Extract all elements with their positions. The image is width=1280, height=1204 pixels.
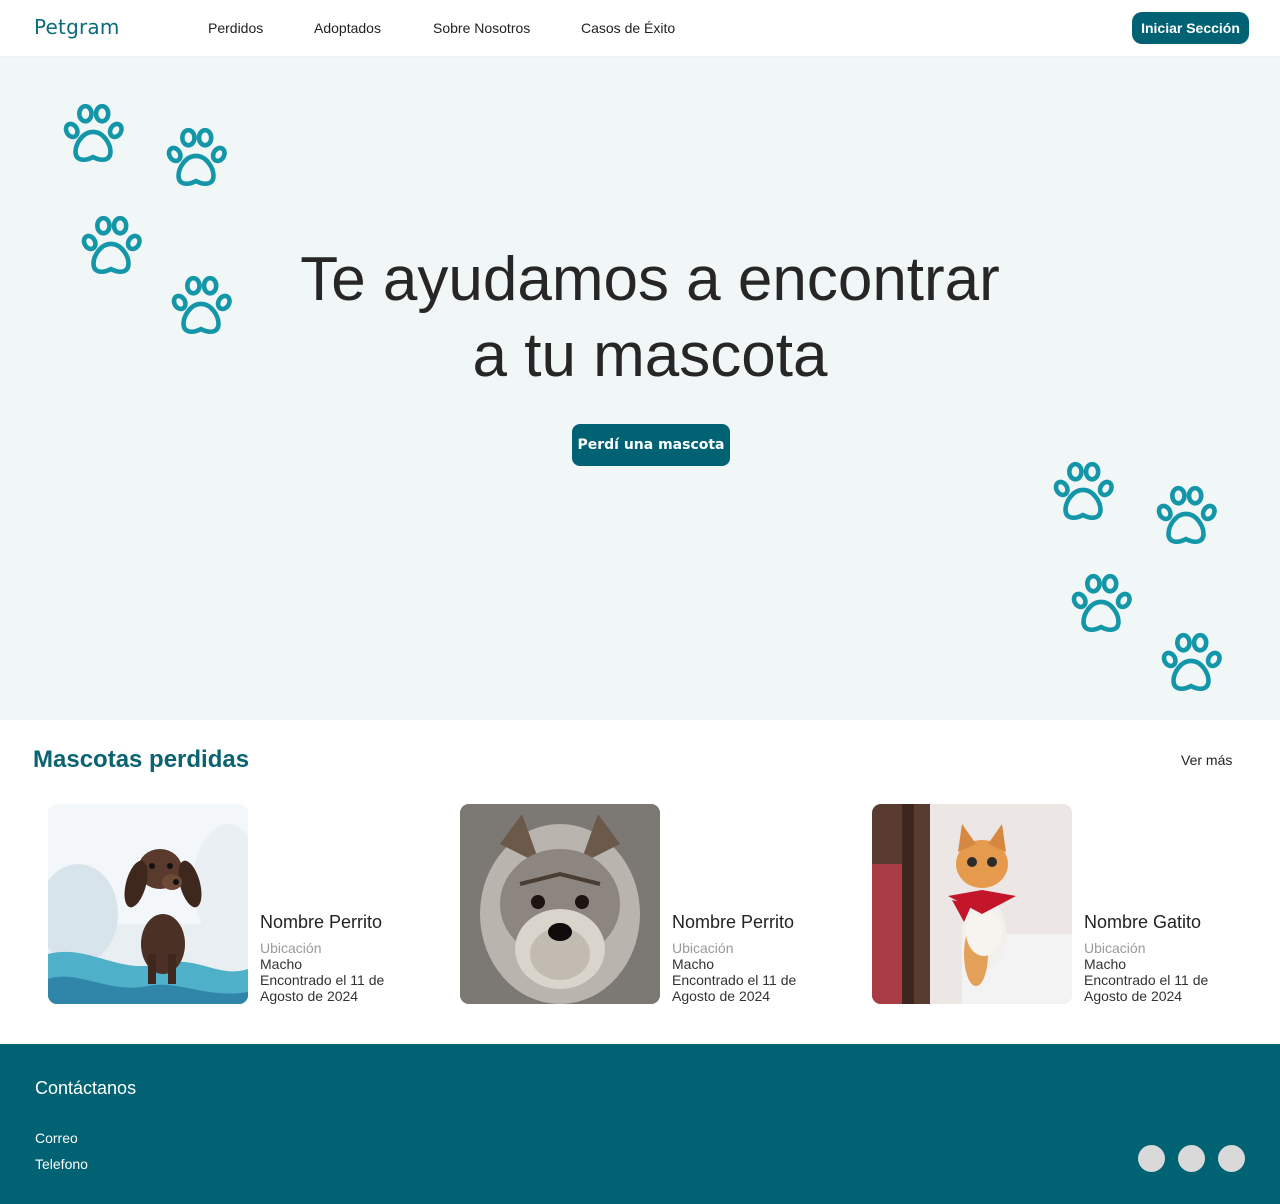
pet-card[interactable]: Nombre Perrito Ubicación Macho Encontrad… (460, 804, 820, 1004)
social-icon[interactable] (1178, 1145, 1205, 1172)
pet-found-date: Encontrado el 11 de Agosto de 2024 (672, 972, 797, 1004)
social-icon[interactable] (1218, 1145, 1245, 1172)
pet-location: Ubicación (1084, 940, 1146, 956)
footer-email-link[interactable]: Correo (35, 1130, 78, 1146)
pet-sex: Macho (672, 956, 715, 972)
pet-name: Nombre Perrito (672, 912, 795, 932)
section-title-lost-pets: Mascotas perdidas (33, 746, 250, 773)
hero-title-line-1: Te ayudamos a encontrar (300, 245, 1000, 314)
pet-location: Ubicación (672, 940, 734, 956)
see-more-link[interactable]: Ver más (1181, 752, 1232, 768)
pet-photo-dachshund (48, 804, 248, 1004)
pet-sex: Macho (260, 956, 303, 972)
paw-icon (158, 121, 234, 197)
hero-title-line-2: a tu mascota (472, 321, 828, 390)
nav-link-sobre-nosotros[interactable]: Sobre Nosotros (433, 20, 530, 36)
pet-found-date: Encontrado el 11 de Agosto de 2024 (260, 972, 385, 1004)
paw-icon (1148, 479, 1224, 555)
nav-link-adoptados[interactable]: Adoptados (314, 20, 381, 36)
pet-card[interactable]: Nombre Gatito Ubicación Macho Encontrado… (872, 804, 1232, 1004)
paw-icon (55, 97, 131, 173)
nav-link-perdidos[interactable]: Perdidos (208, 20, 263, 36)
nav-link-casos-de-exito[interactable]: Casos de Éxito (581, 20, 675, 36)
logo[interactable]: Petgram (34, 15, 120, 39)
hero-section: Te ayudamos a encontrar a tu mascota Per… (0, 57, 1280, 720)
paw-icon (1045, 455, 1121, 531)
hero-title: Te ayudamos a encontrar a tu mascota (240, 242, 1060, 394)
paw-icon (1063, 567, 1139, 643)
paw-icon (1153, 626, 1229, 702)
social-icon[interactable] (1138, 1145, 1165, 1172)
pet-card[interactable]: Nombre Perrito Ubicación Macho Encontrad… (48, 804, 408, 1004)
pet-photo-cat (872, 804, 1072, 1004)
footer-title: Contáctanos (35, 1078, 137, 1098)
pet-location: Ubicación (260, 940, 322, 956)
pet-sex: Macho (1084, 956, 1127, 972)
pet-found-date: Encontrado el 11 de Agosto de 2024 (1084, 972, 1209, 1004)
pet-name: Nombre Gatito (1084, 912, 1202, 932)
paw-icon (73, 209, 149, 285)
footer: Contáctanos Correo Telefono (0, 1044, 1280, 1204)
paw-icon (163, 269, 239, 345)
pet-photo-yorkshire (460, 804, 660, 1004)
top-navbar: Petgram Perdidos Adoptados Sobre Nosotro… (0, 0, 1280, 57)
footer-phone-link[interactable]: Telefono (35, 1156, 88, 1172)
login-button[interactable]: Iniciar Sección (1132, 12, 1249, 44)
pet-name: Nombre Perrito (260, 912, 383, 932)
lost-pet-button[interactable]: Perdí una mascota (572, 424, 730, 466)
